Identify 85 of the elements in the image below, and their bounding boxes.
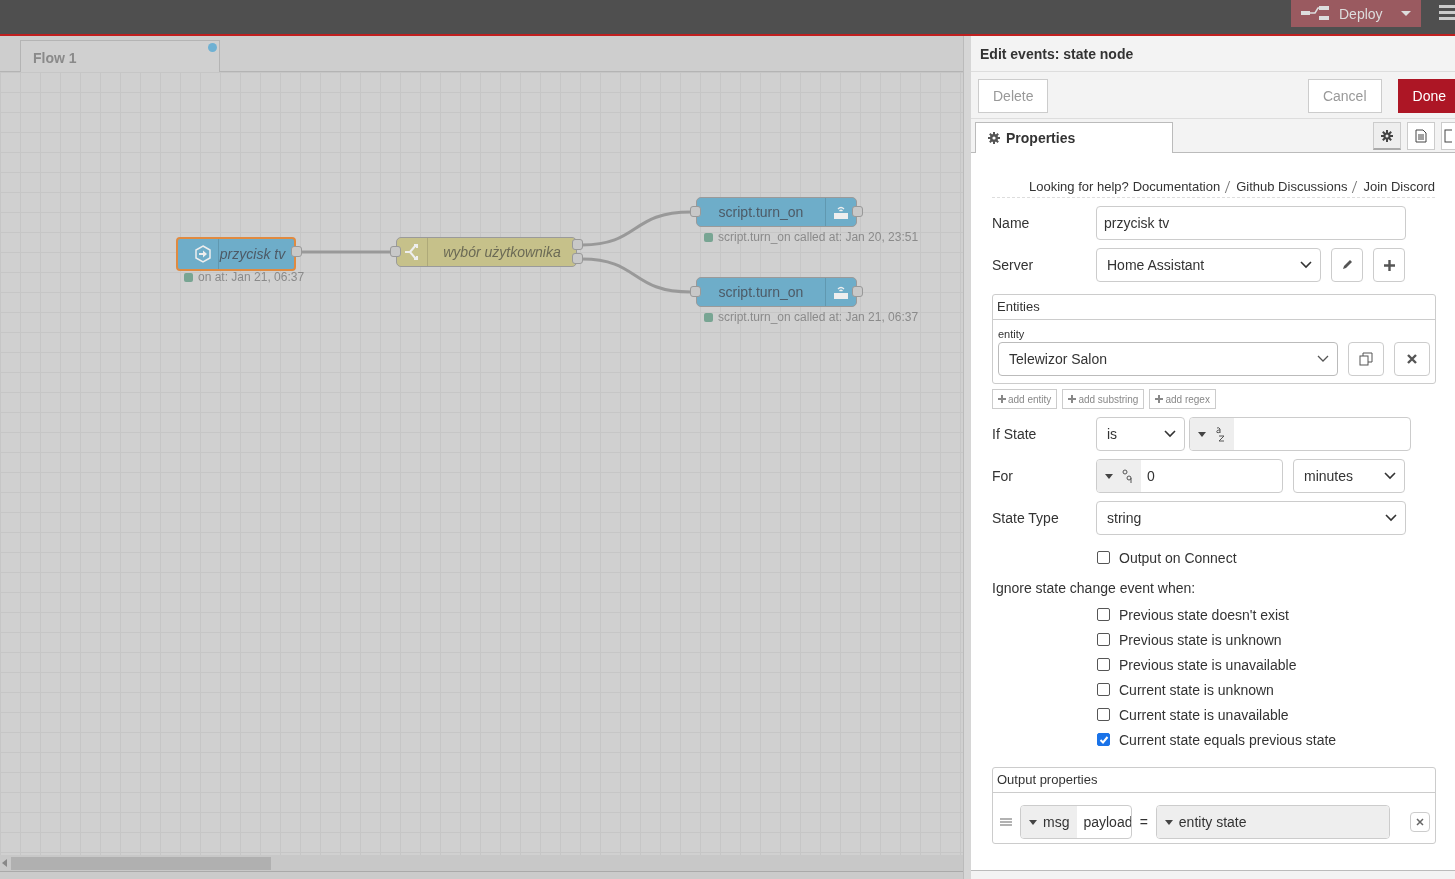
string-type-icon xyxy=(1214,426,1226,442)
output-port[interactable] xyxy=(572,253,583,264)
unit-select[interactable]: minutes xyxy=(1293,459,1405,493)
checkbox-label: Current state equals previous state xyxy=(1119,731,1337,748)
name-field[interactable]: przycisk tv xyxy=(1096,206,1406,240)
number-type-icon xyxy=(1121,468,1133,484)
copy-icon xyxy=(1359,352,1373,366)
chevron-icon xyxy=(1300,261,1312,269)
add-button[interactable] xyxy=(1373,248,1405,282)
checkbox-label: Previous state is unknown xyxy=(1119,631,1282,648)
help-link[interactable]: Join Discord xyxy=(1363,179,1435,194)
add-entity-button[interactable]: add regex xyxy=(1149,389,1216,409)
field-label: For xyxy=(992,468,1014,484)
checkbox-label: Previous state is unavailable xyxy=(1119,656,1297,673)
help-link[interactable]: Documentation xyxy=(1132,179,1221,194)
remove-button[interactable] xyxy=(1410,812,1430,832)
close-icon xyxy=(1416,818,1425,826)
frame-icon xyxy=(1444,129,1452,143)
scrollbar-thumb[interactable] xyxy=(11,856,271,870)
input-port[interactable] xyxy=(390,246,401,257)
state-type-select[interactable]: string xyxy=(1096,501,1406,535)
settings-icon xyxy=(1381,129,1393,142)
help-text: Looking for help? xyxy=(1029,179,1129,194)
checkbox-label: Output on Connect xyxy=(1119,549,1237,566)
field-label: Name xyxy=(992,215,1031,231)
output-port[interactable] xyxy=(852,206,863,217)
chevron-icon xyxy=(1384,472,1396,480)
output-port[interactable] xyxy=(852,286,863,297)
field-label: If State xyxy=(992,426,1038,442)
settings-icon xyxy=(988,132,1000,144)
properties-tab[interactable]: Properties xyxy=(975,122,1173,153)
output-port[interactable] xyxy=(572,239,583,250)
chevron-icon xyxy=(1317,355,1329,363)
field-label: Server xyxy=(992,257,1035,273)
field-label: State Type xyxy=(992,510,1060,526)
node-status: script.turn_on called at: Jan 20, 23:51 xyxy=(718,230,919,244)
checkbox-label: Previous state doesn't exist xyxy=(1119,606,1289,623)
checkbox[interactable] xyxy=(1097,633,1110,646)
checkbox-label: Current state is unavailable xyxy=(1119,706,1289,723)
equals-sign: = xyxy=(1139,814,1148,830)
chevron-icon xyxy=(1164,430,1176,438)
checkbox-label: Current state is unknown xyxy=(1119,681,1274,698)
menu-icon[interactable] xyxy=(1439,4,1455,22)
input-port[interactable] xyxy=(690,206,701,217)
operator-select[interactable]: is xyxy=(1096,417,1185,451)
deploy-button[interactable]: Deploy xyxy=(1291,0,1421,27)
group-title: Output properties xyxy=(993,768,1435,793)
checkbox[interactable] xyxy=(1097,658,1110,671)
close-icon xyxy=(1407,354,1417,364)
add-entity-button[interactable]: add substring xyxy=(1062,389,1145,409)
caret-icon xyxy=(1401,11,1411,16)
output-port[interactable] xyxy=(291,246,302,257)
chevron-icon xyxy=(1385,514,1397,522)
remove-button[interactable] xyxy=(1394,342,1430,376)
appearance-tab[interactable] xyxy=(1441,122,1455,150)
document-icon xyxy=(1415,129,1427,143)
group-title: Entities xyxy=(993,295,1435,320)
done-button[interactable]: Done xyxy=(1397,79,1455,113)
field-label: entity xyxy=(998,328,1026,340)
drag-handle-icon[interactable] xyxy=(1000,818,1012,826)
node-status: script.turn_on called at: Jan 21, 06:37 xyxy=(718,310,919,324)
description-tab[interactable] xyxy=(1407,122,1435,150)
plus-icon xyxy=(1383,259,1395,271)
checkbox[interactable] xyxy=(1097,551,1110,564)
checkbox[interactable] xyxy=(1097,733,1110,746)
node-status: on at: Jan 21, 06:37 xyxy=(198,270,305,284)
add-entity-button[interactable]: add entity xyxy=(992,389,1058,409)
checkbox[interactable] xyxy=(1097,708,1110,721)
server-select[interactable]: Home Assistant xyxy=(1096,248,1321,282)
settings-tab[interactable] xyxy=(1373,122,1401,150)
help-link[interactable]: Github Discussions xyxy=(1236,179,1348,194)
deploy-icon xyxy=(1301,5,1331,22)
edit-button[interactable] xyxy=(1331,248,1363,282)
checkbox[interactable] xyxy=(1097,683,1110,696)
for-field[interactable]: 0 xyxy=(1096,459,1283,493)
panel-splitter[interactable] xyxy=(963,36,971,879)
state-field[interactable] xyxy=(1189,417,1411,451)
entity-select[interactable]: Telewizor Salon xyxy=(998,342,1338,376)
pencil-icon xyxy=(1341,259,1353,271)
tray-title: Edit events: state node xyxy=(971,36,1455,72)
value-field[interactable]: entity state xyxy=(1155,805,1391,839)
section-heading: Ignore state change event when: xyxy=(992,580,1197,596)
checkbox[interactable] xyxy=(1097,608,1110,621)
input-port[interactable] xyxy=(690,286,701,297)
copy-button[interactable] xyxy=(1348,342,1384,376)
